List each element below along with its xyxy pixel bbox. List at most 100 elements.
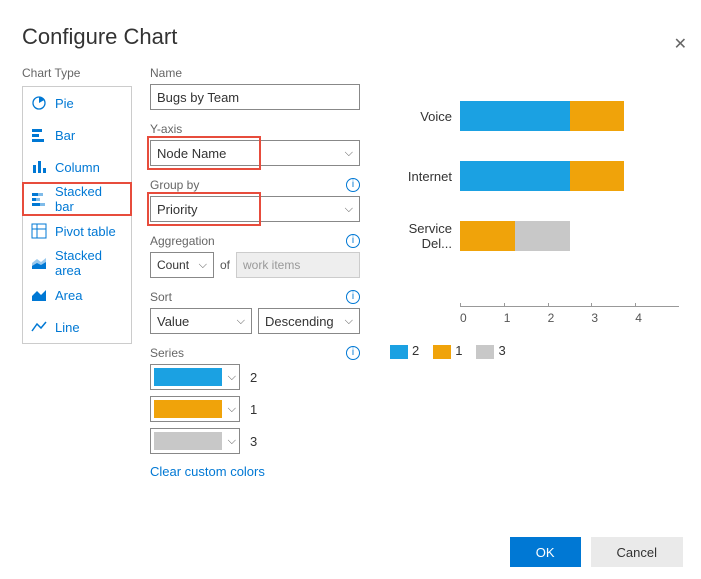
stacked-area-icon (31, 255, 47, 271)
groupby-label: Group by i (150, 178, 360, 192)
legend-swatch (476, 345, 494, 359)
bar-icon (31, 127, 47, 143)
sort-field-select[interactable]: Value⌵ (150, 308, 252, 334)
aggregation-label: Aggregation i (150, 234, 360, 248)
series-label: Series i (150, 346, 360, 360)
sort-label: Sort i (150, 290, 360, 304)
chart-type-label: Stacked bar (55, 184, 123, 214)
legend-item: 2 (390, 343, 419, 359)
chart-bar-row: Voice (380, 86, 679, 146)
yaxis-select[interactable]: Node Name⌵ (150, 140, 360, 166)
chart-type-label: Bar (55, 128, 75, 143)
chart-type-pivot-table[interactable]: Pivot table (23, 215, 131, 247)
yaxis-label: Y-axis (150, 122, 360, 136)
column-icon (31, 159, 47, 175)
series-value: 1 (250, 402, 257, 417)
series-color-select[interactable]: ⌵ (150, 428, 240, 454)
chevron-down-icon: ⌵ (228, 435, 236, 448)
swatch (154, 400, 222, 418)
chart-bar-row: Internet (380, 146, 679, 206)
pie-icon (31, 95, 47, 111)
chart-category-label: Service Del... (380, 221, 460, 251)
swatch (154, 432, 222, 450)
groupby-select[interactable]: Priority⌵ (150, 196, 360, 222)
area-icon (31, 287, 47, 303)
chart-bar-row: Service Del... (380, 206, 679, 266)
series-row: ⌵ 2 (150, 364, 360, 390)
chart-type-list: Pie Bar Column Stacked bar Pivot table S… (22, 86, 132, 344)
aggregation-of: of (220, 258, 230, 272)
chart-type-label: Pivot table (55, 224, 116, 239)
series-row: ⌵ 1 (150, 396, 360, 422)
clear-custom-colors-link[interactable]: Clear custom colors (150, 464, 360, 479)
sort-direction-select[interactable]: Descending⌵ (258, 308, 360, 334)
chart-bar-segment (460, 101, 570, 131)
series-row: ⌵ 3 (150, 428, 360, 454)
chart-type-column[interactable]: Column (23, 151, 131, 183)
chart-type-label: Stacked area (55, 248, 123, 278)
aggregation-select[interactable]: Count⌵ (150, 252, 214, 278)
chart-bar-segment (460, 221, 515, 251)
chart-type-label: Pie (55, 96, 74, 111)
axis-tick: 1 (504, 307, 548, 325)
chart-type-label: Line (55, 320, 80, 335)
chart-type-label: Column (55, 160, 100, 175)
chart-bar-segment (570, 101, 625, 131)
axis-tick: 3 (591, 307, 635, 325)
line-icon (31, 319, 47, 335)
chevron-down-icon: ⌵ (345, 315, 353, 328)
chart-category-label: Internet (380, 169, 460, 184)
legend-label: 1 (455, 343, 462, 358)
chart-bar-segment (460, 161, 570, 191)
series-color-select[interactable]: ⌵ (150, 364, 240, 390)
chart-type-line[interactable]: Line (23, 311, 131, 343)
stacked-bar-icon (31, 191, 47, 207)
legend-swatch (433, 345, 451, 359)
legend-label: 2 (412, 343, 419, 358)
legend-item: 1 (433, 343, 462, 359)
chart-type-header: Chart Type (22, 66, 132, 80)
chart-type-stacked-bar[interactable]: Stacked bar (23, 183, 131, 215)
chart-type-stacked-area[interactable]: Stacked area (23, 247, 131, 279)
chart-legend: 2 1 3 (390, 343, 679, 359)
legend-label: 3 (498, 343, 505, 358)
info-icon[interactable]: i (346, 346, 360, 360)
chart-bar (460, 221, 679, 251)
series-value: 2 (250, 370, 257, 385)
chart-category-label: Voice (380, 109, 460, 124)
info-icon[interactable]: i (346, 234, 360, 248)
ok-button[interactable]: OK (510, 537, 581, 567)
dialog-title: Configure Chart (22, 24, 701, 50)
chart-type-bar[interactable]: Bar (23, 119, 131, 151)
info-icon[interactable]: i (346, 290, 360, 304)
info-icon[interactable]: i (346, 178, 360, 192)
chart-type-label: Area (55, 288, 82, 303)
series-color-select[interactable]: ⌵ (150, 396, 240, 422)
close-icon[interactable]: ✕ (674, 34, 687, 54)
name-label: Name (150, 66, 360, 80)
chart-bar-segment (515, 221, 570, 251)
chevron-down-icon: ⌵ (345, 203, 353, 216)
series-value: 3 (250, 434, 257, 449)
chart-preview: VoiceInternetService Del... 01234 213 (380, 66, 679, 479)
cancel-button[interactable]: Cancel (591, 537, 683, 567)
name-input[interactable]: Bugs by Team (150, 84, 360, 110)
chevron-down-icon: ⌵ (228, 371, 236, 384)
chevron-down-icon: ⌵ (199, 259, 207, 272)
chart-bar (460, 101, 679, 131)
axis-tick: 0 (460, 307, 504, 325)
chevron-down-icon: ⌵ (345, 147, 353, 160)
axis-tick: 4 (635, 307, 679, 325)
axis-tick: 2 (548, 307, 592, 325)
chart-bar-segment (570, 161, 625, 191)
aggregation-target: work items (236, 252, 360, 278)
swatch (154, 368, 222, 386)
chart-type-pie[interactable]: Pie (23, 87, 131, 119)
legend-item: 3 (476, 343, 505, 359)
chart-type-area[interactable]: Area (23, 279, 131, 311)
pivot-icon (31, 223, 47, 239)
chart-bar (460, 161, 679, 191)
chevron-down-icon: ⌵ (228, 403, 236, 416)
legend-swatch (390, 345, 408, 359)
chevron-down-icon: ⌵ (237, 315, 245, 328)
